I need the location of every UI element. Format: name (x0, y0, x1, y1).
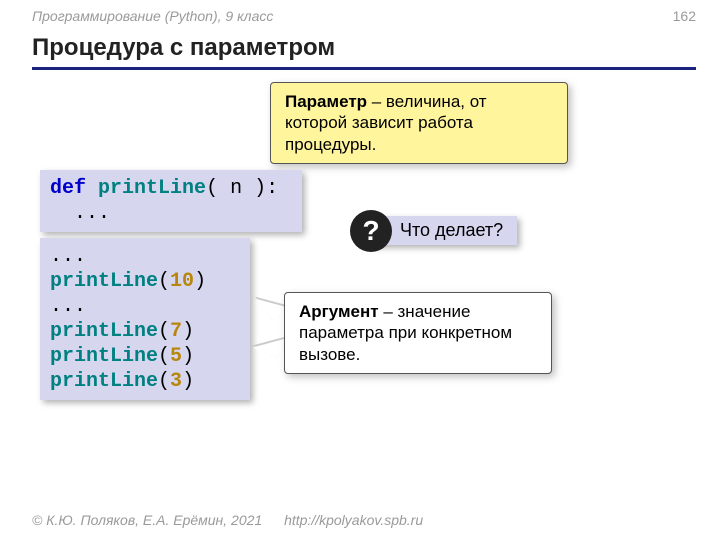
call-fn: printLine (50, 320, 158, 343)
paren-open: ( (158, 270, 170, 293)
paren-open: ( (158, 320, 170, 343)
call-arg: 7 (170, 320, 182, 343)
ellipsis: ... (50, 245, 86, 268)
callout-parameter-term: Параметр (285, 92, 367, 111)
function-name: printLine (98, 177, 206, 200)
code-calls-box: ... printLine(10) ... printLine(7) print… (40, 238, 250, 400)
callout-argument: Аргумент – значение параметра при конкре… (284, 292, 552, 374)
page-title: Процедура с параметром (32, 34, 335, 62)
paren-close: ) (182, 370, 194, 393)
question-icon: ? (350, 210, 392, 252)
question-box: Что делает? (372, 216, 517, 245)
call-fn: printLine (50, 370, 158, 393)
call-fn: printLine (50, 270, 158, 293)
code-definition-box: def printLine( n ): ... (40, 170, 302, 232)
signature: ( n ): (206, 177, 278, 200)
keyword-def: def (50, 177, 86, 200)
paren-close: ) (182, 345, 194, 368)
paren-close: ) (194, 270, 206, 293)
subtitle-text: Программирование (Python), 9 класс (32, 8, 273, 24)
question-text: Что делает? (400, 220, 503, 240)
call-arg: 5 (170, 345, 182, 368)
body-ellipsis: ... (50, 202, 110, 225)
copyright-text: © К.Ю. Поляков, Е.А. Ерёмин, 2021 (32, 512, 262, 528)
footer: © К.Ю. Поляков, Е.А. Ерёмин, 2021 http:/… (32, 512, 423, 528)
call-arg: 3 (170, 370, 182, 393)
ellipsis: ... (50, 295, 86, 318)
page-number: 162 (673, 8, 696, 24)
paren-open: ( (158, 370, 170, 393)
callout-argument-term: Аргумент (299, 302, 379, 321)
title-underline (32, 67, 696, 70)
callout-parameter: Параметр – величина, от которой зависит … (270, 82, 568, 164)
paren-open: ( (158, 345, 170, 368)
footer-url: http://kpolyakov.spb.ru (284, 512, 423, 528)
call-fn: printLine (50, 345, 158, 368)
call-arg: 10 (170, 270, 194, 293)
paren-close: ) (182, 320, 194, 343)
